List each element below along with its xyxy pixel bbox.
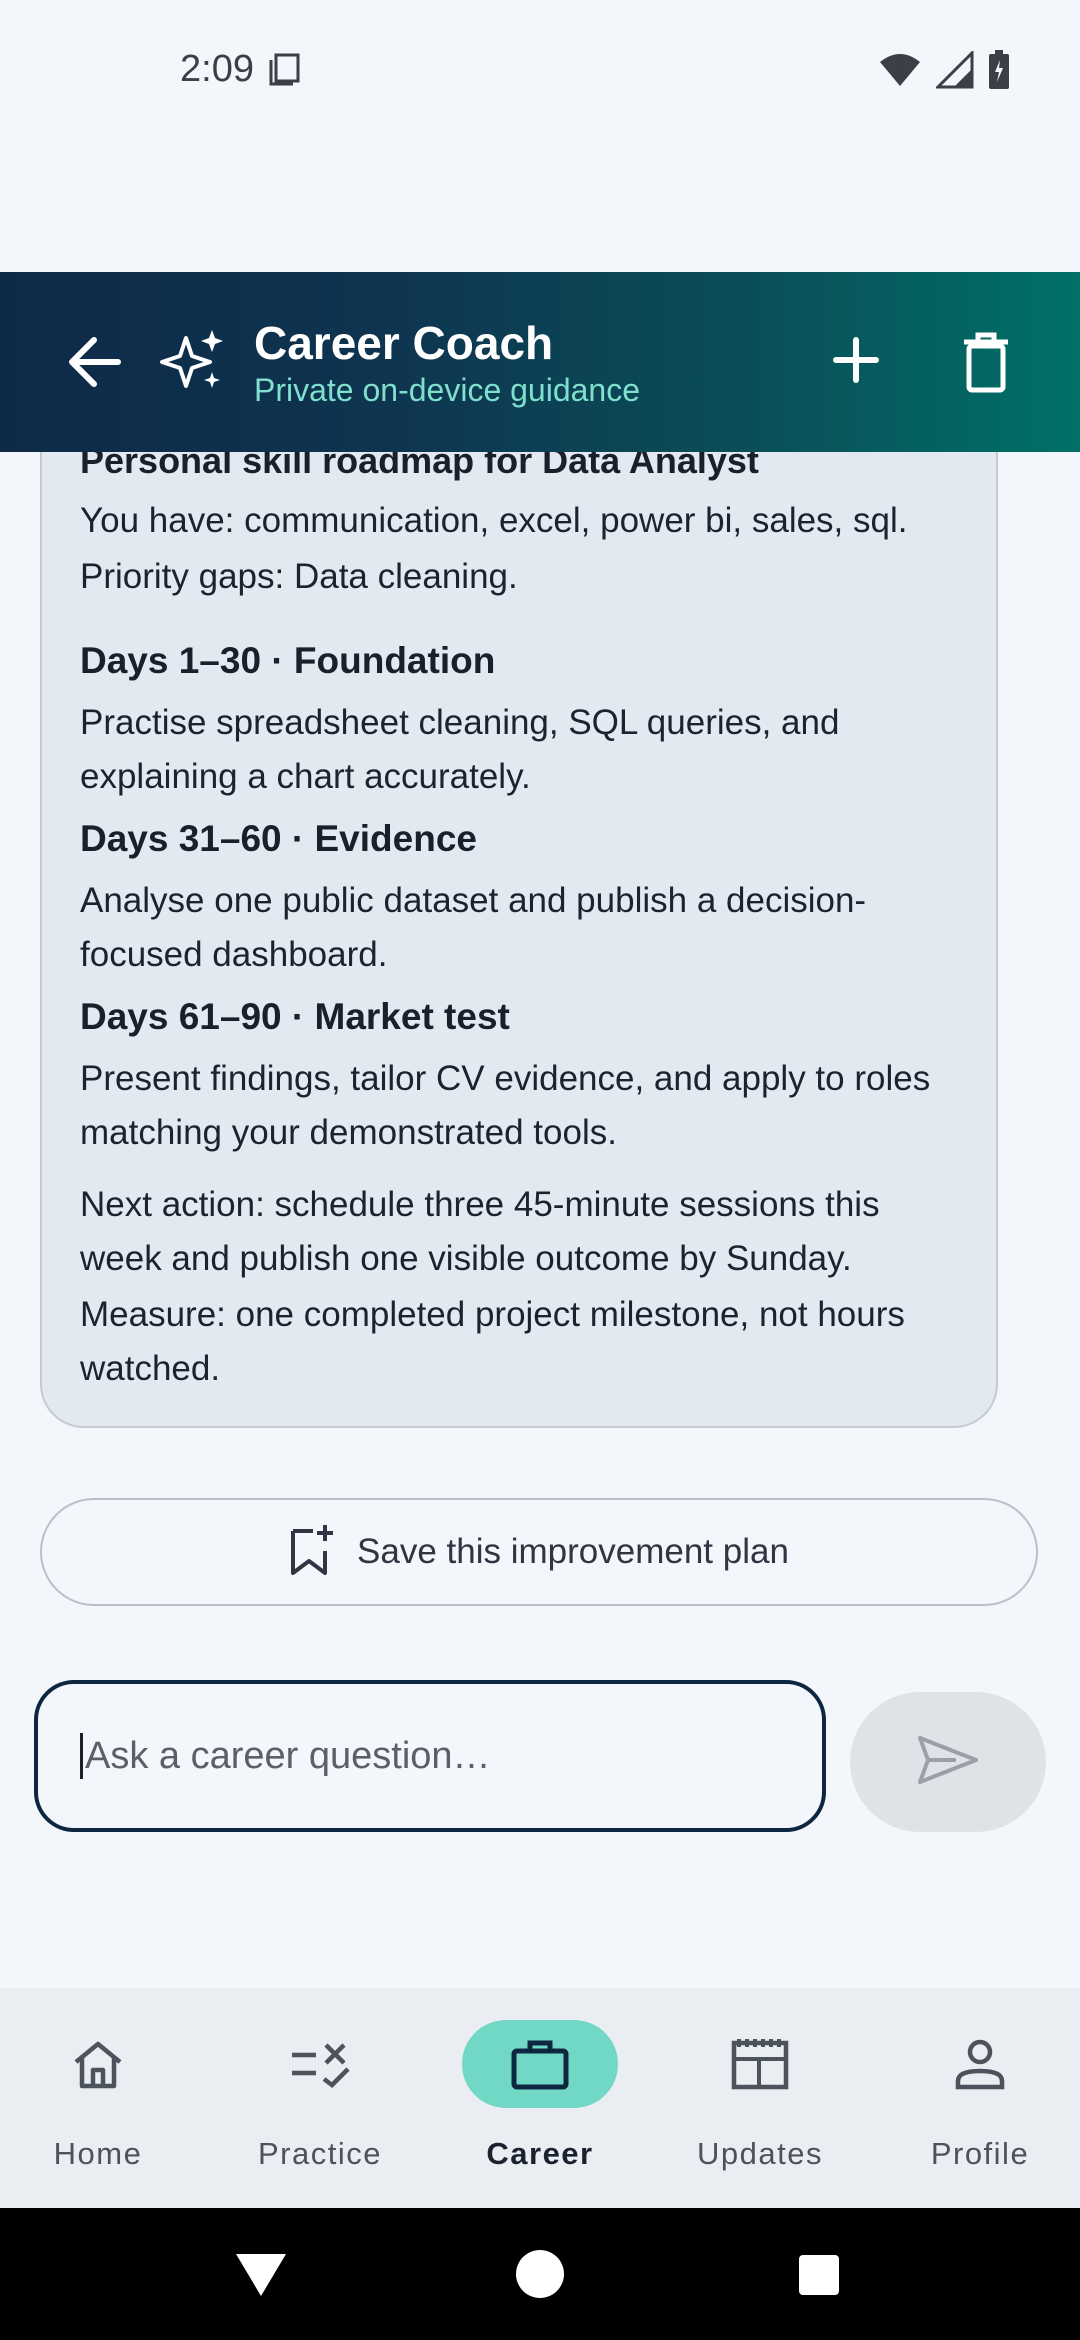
input-placeholder: Ask a career question… xyxy=(85,1734,491,1777)
battery-icon xyxy=(988,50,1010,95)
nav-updates[interactable]: Updates xyxy=(660,1988,860,2208)
person-icon xyxy=(902,2020,1058,2108)
newspaper-icon xyxy=(682,2020,838,2108)
phase-title: Days 61–90 · Market test xyxy=(80,996,510,1037)
nav-career[interactable]: Career xyxy=(440,1988,640,2208)
status-time: 2:09 xyxy=(180,48,254,90)
next-action-text: Next action: schedule three 45-minute se… xyxy=(80,1185,880,1278)
priority-gaps-text: Priority gaps: Data cleaning. xyxy=(80,557,518,596)
recents-square-icon[interactable] xyxy=(798,2254,840,2301)
nav-practice[interactable]: Practice xyxy=(220,1988,420,2208)
nav-label: Profile xyxy=(930,2136,1030,2171)
nav-label: Home xyxy=(53,2136,143,2171)
new-chat-button[interactable] xyxy=(826,330,886,390)
nav-home[interactable]: Home xyxy=(0,1988,198,2208)
home-circle-icon[interactable] xyxy=(514,2248,566,2305)
send-icon xyxy=(916,1734,980,1791)
back-button[interactable] xyxy=(60,332,130,392)
signal-icon xyxy=(934,49,974,94)
sparkle-icon xyxy=(160,326,230,396)
save-plan-label: Save this improvement plan xyxy=(357,1532,789,1571)
app-bar: Career Coach Private on-device guidance xyxy=(0,272,1080,452)
career-question-input[interactable]: Ask a career question… xyxy=(34,1680,826,1832)
save-plan-button[interactable]: Save this improvement plan xyxy=(40,1498,1038,1606)
phase-text: Practise spreadsheet cleaning, SQL queri… xyxy=(80,703,840,796)
measure-text: Measure: one completed project milestone… xyxy=(80,1295,905,1388)
app-subtitle: Private on-device guidance xyxy=(254,372,641,408)
back-triangle-icon[interactable] xyxy=(234,2252,288,2303)
send-button[interactable] xyxy=(850,1692,1046,1832)
phase-title: Days 31–60 · Evidence xyxy=(80,818,477,859)
system-navigation-bar xyxy=(0,2208,1080,2340)
app-title: Career Coach xyxy=(254,317,554,369)
briefcase-icon xyxy=(462,2020,618,2108)
nav-label: Career xyxy=(486,2136,594,2171)
bottom-navigation: Home Practice Career Updates Profile xyxy=(0,1988,1080,2208)
nav-label: Practice xyxy=(258,2136,382,2171)
skills-text: You have: communication, excel, power bi… xyxy=(80,501,908,540)
text-caret xyxy=(80,1733,83,1779)
nav-label: Updates xyxy=(697,2136,823,2171)
delete-button[interactable] xyxy=(958,330,1014,394)
practice-icon xyxy=(242,2020,398,2108)
phase-title: Days 1–30 · Foundation xyxy=(80,640,496,681)
phase-text: Analyse one public dataset and publish a… xyxy=(80,881,867,974)
status-bar: 2:09 xyxy=(0,0,1080,140)
screen-icon xyxy=(268,52,302,91)
wifi-icon xyxy=(878,52,922,93)
bookmark-add-icon xyxy=(289,1523,335,1582)
roadmap-message-card: Personal skill roadmap for Data Analyst … xyxy=(40,380,998,1428)
phase-text: Present findings, tailor CV evidence, an… xyxy=(80,1059,931,1152)
nav-profile[interactable]: Profile xyxy=(880,1988,1080,2208)
home-icon xyxy=(20,2020,176,2108)
